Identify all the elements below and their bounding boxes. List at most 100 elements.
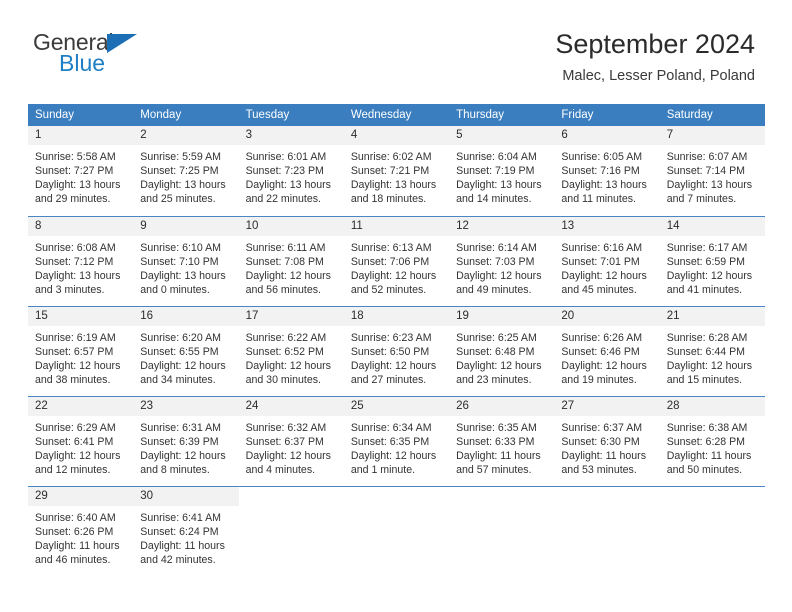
sunrise-text: Sunrise: 6:05 AM [561,151,643,163]
day-number: 14 [659,216,765,236]
day-cell[interactable]: 11 Sunrise: 6:13 AM Sunset: 7:06 PM Dayligh… [343,215,450,306]
day-cell[interactable]: 24 Sunrise: 6:32 AM Sunset: 6:37 PM Dayligh… [238,395,344,486]
daylight-text-line1: Daylight: 12 hours [35,359,121,372]
generalblue-logo[interactable]: General Blue [33,30,253,80]
daylight-text-line1: Daylight: 13 hours [561,179,647,192]
location-subtitle: Malec, Lesser Poland, Poland [562,68,755,84]
day-details: Sunrise: 6:13 AM Sunset: 7:06 PM Daylight:… [344,236,449,297]
day-cell[interactable]: 16 Sunrise: 6:20 AM Sunset: 6:55 PM Dayligh… [133,305,239,396]
day-cell[interactable]: 5 Sunrise: 6:04 AM Sunset: 7:19 PM Daylight… [449,126,555,216]
week-row: 22 Sunrise: 6:29 AM Sunset: 6:41 PM Dayligh… [28,395,765,486]
sunset-text: Sunset: 6:41 PM [35,435,114,448]
calendar-body: 1 Sunrise: 5:58 AM Sunset: 7:27 PM Daylight… [28,126,765,576]
daylight-text-line1: Daylight: 13 hours [140,269,226,282]
daylight-text-line2: and 27 minutes. [350,373,427,386]
day-cell[interactable]: 7 Sunrise: 6:07 AM Sunset: 7:14 PM Daylight… [659,126,765,216]
day-details: Sunrise: 5:58 AM Sunset: 7:27 PM Daylight:… [28,145,133,206]
day-cell-inner: 30 Sunrise: 6:41 AM Sunset: 6:24 PM Dayligh… [133,486,239,577]
weekday-header-saturday: Saturday [659,104,765,126]
daylight-text-line2: and 19 minutes. [561,373,637,386]
day-number: 23 [133,396,239,416]
daylight-text-line2: and 29 minutes. [35,193,111,206]
day-cell[interactable]: 23 Sunrise: 6:31 AM Sunset: 6:39 PM Dayligh… [133,395,239,486]
daylight-text-line1: Daylight: 12 hours [666,269,753,282]
day-cell[interactable]: 20 Sunrise: 6:26 AM Sunset: 6:46 PM Dayligh… [554,305,660,396]
sunset-text: Sunset: 6:46 PM [561,345,640,358]
day-details: Sunrise: 6:41 AM Sunset: 6:24 PM Daylight:… [133,506,238,567]
daylight-text-line2: and 42 minutes. [140,553,216,566]
sunset-text: Sunset: 7:01 PM [561,255,640,268]
daylight-text-line2: and 12 minutes. [35,463,111,476]
sunset-text: Sunset: 6:33 PM [456,435,535,448]
day-cell-empty [343,485,450,576]
day-cell[interactable]: 29 Sunrise: 6:40 AM Sunset: 6:26 PM Dayligh… [28,485,134,576]
day-cell[interactable]: 28 Sunrise: 6:38 AM Sunset: 6:28 PM Dayligh… [659,395,765,486]
day-cell[interactable]: 2 Sunrise: 5:59 AM Sunset: 7:25 PM Daylight… [133,126,239,216]
daylight-text-line1: Daylight: 13 hours [245,179,331,192]
day-details: Sunrise: 6:38 AM Sunset: 6:28 PM Daylight:… [660,416,765,477]
daylight-text-line2: and 11 minutes. [561,193,637,206]
sunrise-text: Sunrise: 6:02 AM [350,151,432,163]
sunset-text: Sunset: 7:21 PM [350,165,430,178]
week-row: 15 Sunrise: 6:19 AM Sunset: 6:57 PM Dayligh… [28,305,765,396]
day-cell[interactable]: 19 Sunrise: 6:25 AM Sunset: 6:48 PM Dayligh… [449,305,555,396]
day-number: 30 [133,486,239,506]
day-cell[interactable]: 21 Sunrise: 6:28 AM Sunset: 6:44 PM Dayligh… [659,305,765,396]
day-number: 6 [554,126,660,145]
daylight-text-line1: Daylight: 13 hours [140,179,226,192]
sunrise-text: Sunrise: 6:31 AM [140,421,221,434]
day-cell-inner: 2 Sunrise: 5:59 AM Sunset: 7:25 PM Daylight… [133,126,239,216]
sunrise-text: Sunrise: 6:01 AM [245,151,327,163]
sunrise-text: Sunrise: 6:11 AM [245,241,326,254]
day-cell[interactable]: 15 Sunrise: 6:19 AM Sunset: 6:57 PM Dayligh… [28,305,134,396]
day-details: Sunrise: 6:26 AM Sunset: 6:46 PM Daylight:… [554,326,659,387]
day-cell[interactable]: 12 Sunrise: 6:14 AM Sunset: 7:03 PM Dayligh… [449,215,555,306]
daylight-text-line1: Daylight: 12 hours [350,449,437,462]
sunset-text: Sunset: 7:12 PM [35,255,114,268]
day-details: Sunrise: 6:14 AM Sunset: 7:03 PM Daylight:… [449,236,554,297]
sunrise-text: Sunrise: 6:13 AM [350,241,432,254]
day-cell[interactable]: 27 Sunrise: 6:37 AM Sunset: 6:30 PM Dayligh… [554,395,660,486]
day-number [344,487,449,506]
day-details: Sunrise: 6:17 AM Sunset: 6:59 PM Daylight:… [660,236,765,297]
day-cell[interactable]: 17 Sunrise: 6:22 AM Sunset: 6:52 PM Dayligh… [238,305,344,396]
day-details: Sunrise: 5:59 AM Sunset: 7:25 PM Daylight:… [133,145,238,206]
daylight-text-line2: and 53 minutes. [561,463,637,476]
day-cell-empty [659,485,765,576]
logo-text-blue: Blue [59,50,106,76]
day-cell[interactable]: 25 Sunrise: 6:34 AM Sunset: 6:35 PM Dayligh… [343,395,450,486]
daylight-text-line1: Daylight: 11 hours [456,449,541,462]
day-cell[interactable]: 3 Sunrise: 6:01 AM Sunset: 7:23 PM Daylight… [238,126,344,216]
daylight-text-line2: and 18 minutes. [350,193,427,206]
day-cell[interactable]: 6 Sunrise: 6:05 AM Sunset: 7:16 PM Daylight… [554,126,660,216]
sunrise-text: Sunrise: 6:14 AM [456,241,537,254]
day-cell[interactable]: 22 Sunrise: 6:29 AM Sunset: 6:41 PM Dayligh… [28,395,134,486]
daylight-text-line2: and 46 minutes. [35,553,111,566]
day-details: Sunrise: 6:10 AM Sunset: 7:10 PM Daylight:… [133,236,238,297]
day-cell[interactable]: 13 Sunrise: 6:16 AM Sunset: 7:01 PM Dayligh… [554,215,660,306]
day-cell[interactable]: 10 Sunrise: 6:11 AM Sunset: 7:08 PM Dayligh… [238,215,344,306]
day-details: Sunrise: 6:11 AM Sunset: 7:08 PM Daylight:… [239,236,344,297]
day-cell[interactable]: 1 Sunrise: 5:58 AM Sunset: 7:27 PM Daylight… [28,126,134,216]
day-number [554,487,659,506]
day-cell[interactable]: 4 Sunrise: 6:02 AM Sunset: 7:21 PM Daylight… [343,126,450,216]
day-cell[interactable]: 8 Sunrise: 6:08 AM Sunset: 7:12 PM Daylight… [28,215,134,306]
day-number: 17 [238,306,344,326]
day-cell[interactable]: 30 Sunrise: 6:41 AM Sunset: 6:24 PM Dayligh… [133,485,239,577]
sunset-text: Sunset: 6:48 PM [456,345,535,358]
sunset-text: Sunset: 6:28 PM [666,435,746,448]
daylight-text-line2: and 3 minutes. [35,283,105,296]
day-cell[interactable]: 9 Sunrise: 6:10 AM Sunset: 7:10 PM Daylight… [133,215,239,306]
sunrise-text: Sunrise: 6:04 AM [456,151,537,163]
daylight-text-line2: and 8 minutes. [140,463,210,476]
day-details: Sunrise: 6:32 AM Sunset: 6:37 PM Daylight:… [239,416,344,477]
day-cell-inner: 8 Sunrise: 6:08 AM Sunset: 7:12 PM Daylight… [28,216,134,306]
day-cell[interactable]: 26 Sunrise: 6:35 AM Sunset: 6:33 PM Dayligh… [449,395,555,486]
day-cell[interactable]: 14 Sunrise: 6:17 AM Sunset: 6:59 PM Dayligh… [659,215,765,306]
day-number: 13 [554,216,660,236]
day-cell-inner: 3 Sunrise: 6:01 AM Sunset: 7:23 PM Daylight… [238,126,344,216]
day-details: Sunrise: 6:02 AM Sunset: 7:21 PM Daylight:… [344,145,449,206]
sunset-text: Sunset: 7:03 PM [456,255,535,268]
day-number: 29 [28,486,134,506]
day-cell[interactable]: 18 Sunrise: 6:23 AM Sunset: 6:50 PM Dayligh… [343,305,450,396]
